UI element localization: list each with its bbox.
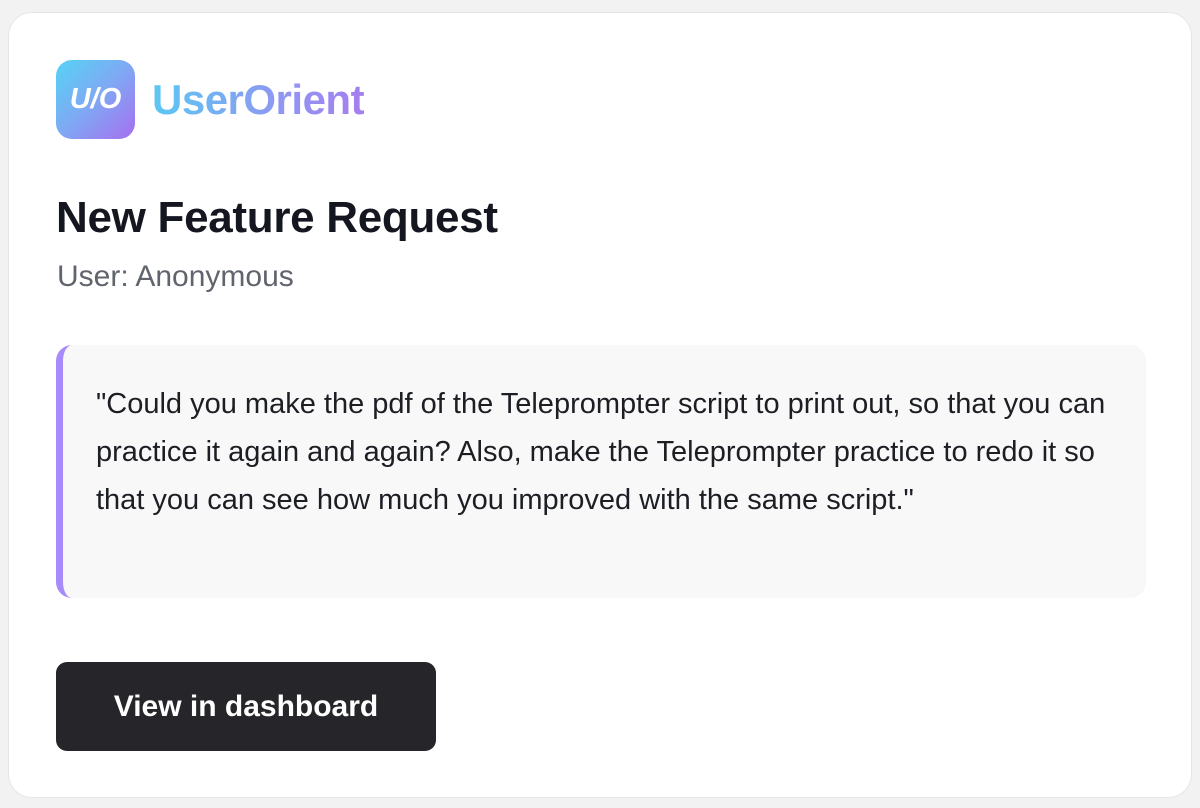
- brand-header: U/O UserOrient: [56, 60, 365, 139]
- notification-card: U/O UserOrient New Feature Request User:…: [8, 12, 1192, 798]
- feature-request-quote: "Could you make the pdf of the Telepromp…: [56, 345, 1146, 598]
- quote-text: "Could you make the pdf of the Telepromp…: [96, 388, 1106, 516]
- view-in-dashboard-button[interactable]: View in dashboard: [56, 662, 436, 751]
- user-label: User: Anonymous: [57, 260, 294, 293]
- logo-icon: U/O: [56, 60, 135, 139]
- page-title: New Feature Request: [56, 193, 498, 242]
- brand-name: UserOrient: [152, 75, 365, 123]
